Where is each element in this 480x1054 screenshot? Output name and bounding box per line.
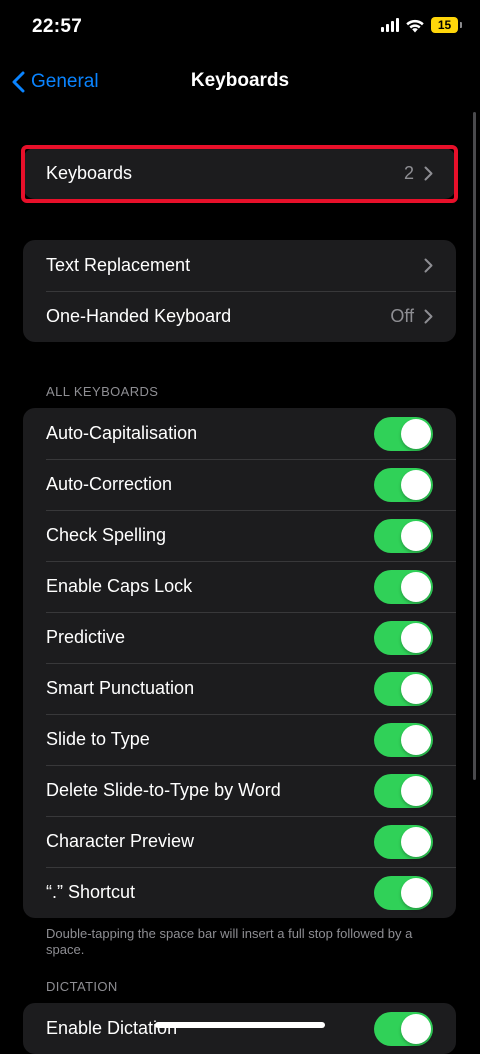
chevron-right-icon [424, 309, 433, 324]
keyboards-row[interactable]: Keyboards 2 [23, 148, 456, 199]
slide-to-type-toggle[interactable] [374, 722, 433, 757]
character-preview-toggle[interactable] [374, 824, 433, 859]
delete-slide-to-type-by-word-toggle[interactable] [374, 773, 433, 808]
keyboards-count: 2 [403, 163, 414, 183]
text-replacement-label: Text Replacement [46, 255, 191, 275]
smart-punctuation-toggle[interactable] [374, 671, 433, 706]
text-options-group: Text Replacement One-Handed Keyboard Off [23, 240, 456, 342]
keyboards-row-label: Keyboards [46, 163, 133, 183]
one-handed-keyboard-value: Off [390, 306, 414, 326]
full-stop-shortcut-row: “.” Shortcut [23, 867, 456, 918]
smart-punctuation-row: Smart Punctuation [23, 663, 456, 714]
check-spelling-toggle[interactable] [374, 518, 433, 553]
page-title: Keyboards [190, 70, 290, 91]
slide-to-type-row: Slide to Type [23, 714, 456, 765]
scrollbar[interactable] [473, 112, 476, 780]
text-replacement-row[interactable]: Text Replacement [23, 240, 456, 291]
all-keyboards-header: ALL KEYBOARDS [46, 384, 159, 399]
all-keyboards-group: Auto-Capitalisation Auto-Correction Chec… [23, 408, 456, 918]
auto-capitalisation-toggle[interactable] [374, 416, 433, 451]
character-preview-row: Character Preview [23, 816, 456, 867]
navigation-bar: General Keyboards [0, 58, 480, 106]
predictive-row: Predictive [23, 612, 456, 663]
keyboards-group: Keyboards 2 [23, 148, 456, 199]
auto-capitalisation-row: Auto-Capitalisation [23, 408, 456, 459]
enable-dictation-row: Enable Dictation [23, 1003, 456, 1054]
wifi-icon [406, 19, 424, 32]
one-handed-keyboard-row[interactable]: One-Handed Keyboard Off [23, 291, 456, 342]
status-icons: 15 [381, 17, 462, 33]
enable-dictation-toggle[interactable] [374, 1011, 433, 1046]
home-indicator [155, 1022, 325, 1028]
auto-correction-toggle[interactable] [374, 467, 433, 502]
check-spelling-row: Check Spelling [23, 510, 456, 561]
battery-icon: 15 [431, 17, 462, 33]
cellular-signal-icon [381, 18, 399, 32]
full-stop-shortcut-footer: Double-tapping the space bar will insert… [46, 926, 413, 957]
status-bar: 22:57 15 [0, 0, 480, 58]
dictation-header: DICTATION [46, 979, 118, 994]
battery-level: 15 [437, 18, 452, 32]
full-stop-shortcut-toggle[interactable] [374, 875, 433, 910]
dictation-group: Enable Dictation [23, 1003, 456, 1054]
predictive-toggle[interactable] [374, 620, 433, 655]
delete-slide-to-type-by-word-row: Delete Slide-to-Type by Word [23, 765, 456, 816]
enable-caps-lock-row: Enable Caps Lock [23, 561, 456, 612]
status-time: 22:57 [32, 16, 83, 37]
enable-caps-lock-toggle[interactable] [374, 569, 433, 604]
chevron-right-icon [424, 258, 433, 273]
one-handed-keyboard-label: One-Handed Keyboard [46, 306, 232, 326]
chevron-right-icon [424, 166, 433, 181]
auto-correction-row: Auto-Correction [23, 459, 456, 510]
